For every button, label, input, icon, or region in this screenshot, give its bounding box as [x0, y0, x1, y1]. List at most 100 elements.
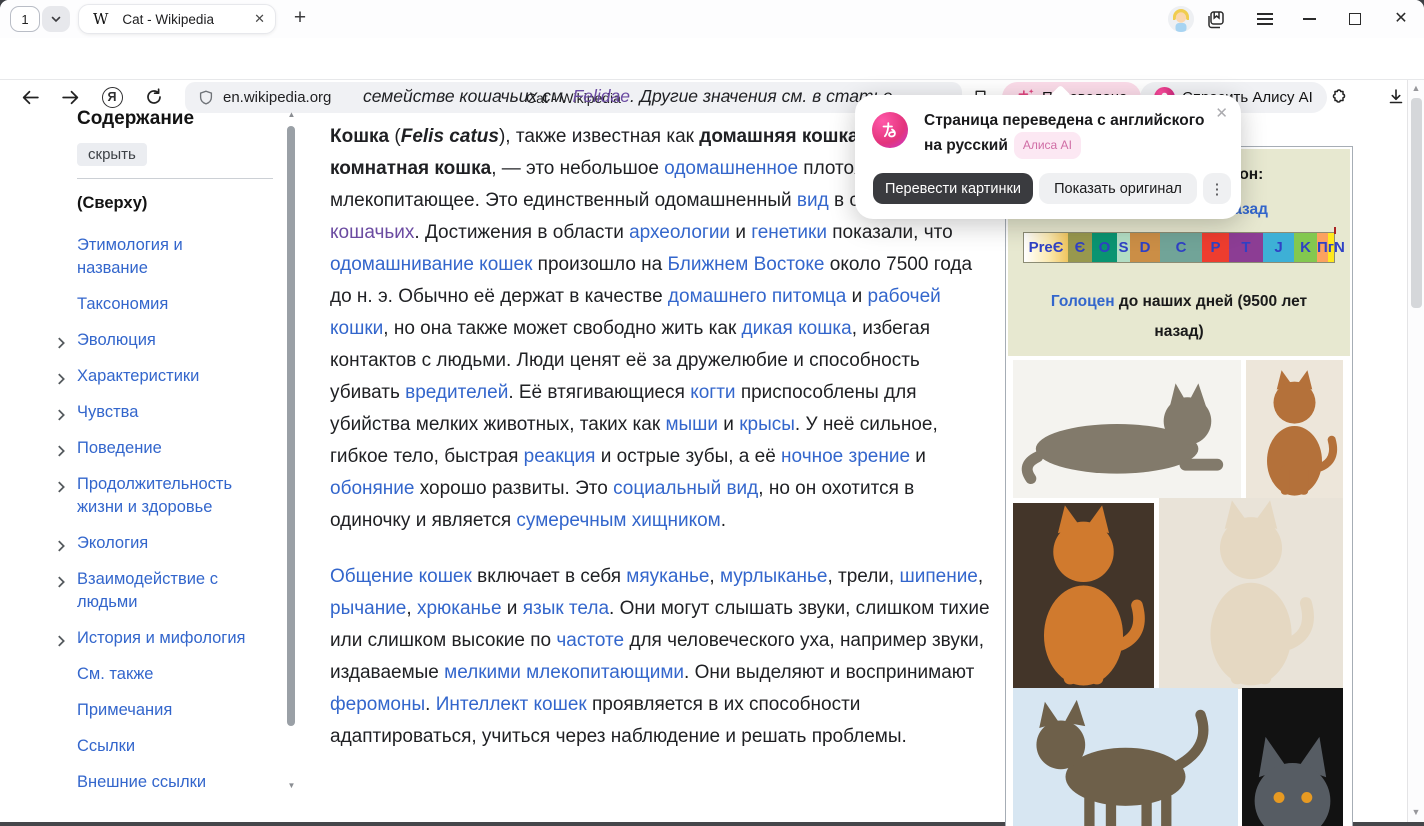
show-original-button[interactable]: Показать оригинал — [1039, 173, 1197, 204]
text-link[interactable]: Интеллект кошек — [436, 694, 587, 715]
timescale-segment[interactable]: J — [1263, 233, 1294, 262]
tab-close-icon[interactable]: ✕ — [254, 11, 265, 27]
sidebar-scrollbar[interactable]: ▲ ▼ — [286, 110, 297, 790]
translate-images-button[interactable]: Перевести картинки — [873, 173, 1033, 204]
new-tab-button[interactable]: + — [287, 5, 313, 31]
timescale-segment[interactable]: S — [1117, 233, 1130, 262]
text-link[interactable]: Felidae — [573, 86, 630, 106]
minimize-button[interactable] — [1294, 0, 1324, 38]
site-shield-icon[interactable] — [197, 89, 215, 107]
profile-avatar[interactable] — [1168, 6, 1194, 32]
page-scrollbar[interactable]: ▲ ▼ — [1407, 80, 1424, 822]
extensions-button[interactable] — [1326, 85, 1350, 109]
holocene-link[interactable]: Голоцен — [1051, 293, 1115, 310]
text-link[interactable]: хрюканье — [417, 598, 502, 619]
tab-list-dropdown-button[interactable] — [42, 6, 70, 32]
sidebar-item[interactable]: Ссылки — [77, 735, 253, 758]
text-link[interactable]: сумеречным хищником — [516, 510, 720, 531]
forward-button[interactable] — [58, 85, 82, 109]
refresh-button[interactable] — [142, 85, 166, 109]
text-link[interactable]: мелкими млекопитающими — [444, 662, 684, 683]
scroll-down-icon[interactable]: ▼ — [288, 781, 296, 790]
timescale-segment[interactable]: C — [1160, 233, 1202, 262]
sidebar-item[interactable]: Таксономия — [77, 293, 253, 316]
sidebar-item[interactable]: Этимология и название — [77, 234, 253, 280]
chevron-right-icon[interactable] — [56, 441, 67, 464]
text-link[interactable]: рычание — [330, 598, 406, 619]
text-link[interactable]: шипение — [899, 566, 977, 587]
text-link[interactable]: крысы — [739, 414, 795, 435]
text-link[interactable]: феромоны — [330, 694, 425, 715]
timescale-segment[interactable]: D — [1130, 233, 1160, 262]
cat-photo-tabby-snow[interactable] — [1013, 688, 1238, 826]
cat-photo-orange-white[interactable] — [1013, 503, 1154, 689]
sidebar-item[interactable]: История и мифология — [77, 627, 253, 650]
page-scrollbar-thumb[interactable] — [1411, 98, 1422, 308]
timescale-segment[interactable]: P — [1202, 233, 1229, 262]
downloads-button[interactable] — [1384, 85, 1408, 109]
timescale-segment[interactable]: ПгN — [1317, 233, 1328, 262]
text-link[interactable]: археологии — [629, 222, 730, 243]
back-button[interactable] — [18, 85, 42, 109]
text-link[interactable]: одомашненное — [664, 158, 798, 179]
popup-more-button[interactable]: ⋮ — [1203, 173, 1231, 204]
sidebar-item[interactable]: Экология — [77, 532, 253, 555]
side-panel-button[interactable] — [1200, 0, 1230, 38]
text-link[interactable]: мяуканье — [626, 566, 709, 587]
text-link[interactable]: социальный вид — [613, 478, 758, 499]
chevron-right-icon[interactable] — [56, 369, 67, 392]
cat-photo-abyssinian[interactable] — [1246, 360, 1343, 498]
cat-photo-tabby-lying[interactable] — [1013, 360, 1241, 498]
close-window-button[interactable]: ✕ — [1386, 0, 1416, 38]
chevron-right-icon[interactable] — [56, 631, 67, 654]
text-link[interactable]: когти — [690, 382, 735, 403]
sidebar-item[interactable]: Примечания — [77, 699, 253, 722]
text-link[interactable]: кошачьих — [330, 222, 414, 243]
text-link[interactable]: ночное зрение — [781, 446, 910, 467]
timescale-segment[interactable]: T — [1229, 233, 1263, 262]
cat-photo-gray-dark[interactable] — [1242, 688, 1343, 826]
sidebar-item[interactable]: Эволюция — [77, 329, 253, 352]
scroll-up-icon[interactable]: ▲ — [288, 110, 296, 119]
timescale-segment[interactable]: PreЄ — [1024, 233, 1068, 262]
sidebar-item[interactable]: Внешние ссылки — [77, 771, 253, 794]
text-link[interactable]: вид — [797, 190, 829, 211]
sidebar-item[interactable]: Поведение — [77, 437, 253, 460]
maximize-button[interactable] — [1340, 0, 1370, 38]
sidebar-item[interactable]: Характеристики — [77, 365, 253, 388]
sidebar-item[interactable]: Чувства — [77, 401, 253, 424]
text-link[interactable]: язык тела — [523, 598, 609, 619]
sidebar-item[interactable]: См. также — [77, 663, 253, 686]
timescale-segment[interactable]: Є — [1068, 233, 1092, 262]
timescale-segment[interactable]: O — [1092, 233, 1117, 262]
chevron-right-icon[interactable] — [56, 333, 67, 356]
text-link[interactable]: частоте — [556, 630, 624, 651]
timescale-segment[interactable]: K — [1294, 233, 1317, 262]
tab-counter-button[interactable]: 1 — [10, 6, 40, 32]
sidebar-scrollbar-thumb[interactable] — [287, 126, 295, 726]
text-link[interactable]: обоняние — [330, 478, 414, 499]
chevron-right-icon[interactable] — [56, 405, 67, 428]
popup-close-icon[interactable]: ✕ — [1215, 104, 1228, 122]
text-link[interactable]: домашнего питомца — [668, 286, 846, 307]
text-link[interactable]: Общение кошек — [330, 566, 472, 587]
chevron-right-icon[interactable] — [56, 572, 67, 595]
text-link[interactable]: одомашнивание кошек — [330, 254, 532, 275]
page-scroll-down-icon[interactable]: ▼ — [1408, 807, 1424, 817]
text-link[interactable]: мыши — [665, 414, 718, 435]
text-link[interactable]: Ближнем Востоке — [668, 254, 825, 275]
yandex-home-button[interactable]: Я — [100, 85, 124, 109]
sidebar-item[interactable]: Взаимодействие с людьми — [77, 568, 253, 614]
sidebar-item[interactable]: Продолжительность жизни и здоровье — [77, 473, 253, 519]
text-link[interactable]: генетики — [751, 222, 827, 243]
toc-hide-button[interactable]: скрыть — [77, 143, 147, 166]
cat-photo-siamese[interactable] — [1159, 498, 1343, 689]
chevron-right-icon[interactable] — [56, 477, 67, 500]
text-link[interactable]: мурлыканье — [720, 566, 827, 587]
text-link[interactable]: реакция — [524, 446, 596, 467]
tab-cat-wikipedia[interactable]: W Cat - Wikipedia ✕ — [78, 4, 276, 34]
text-link[interactable]: дикая кошка — [742, 318, 852, 339]
browser-menu-button[interactable] — [1250, 0, 1280, 38]
sidebar-item-top[interactable]: (Сверху) — [77, 192, 253, 215]
text-link[interactable]: вредителей — [405, 382, 508, 403]
